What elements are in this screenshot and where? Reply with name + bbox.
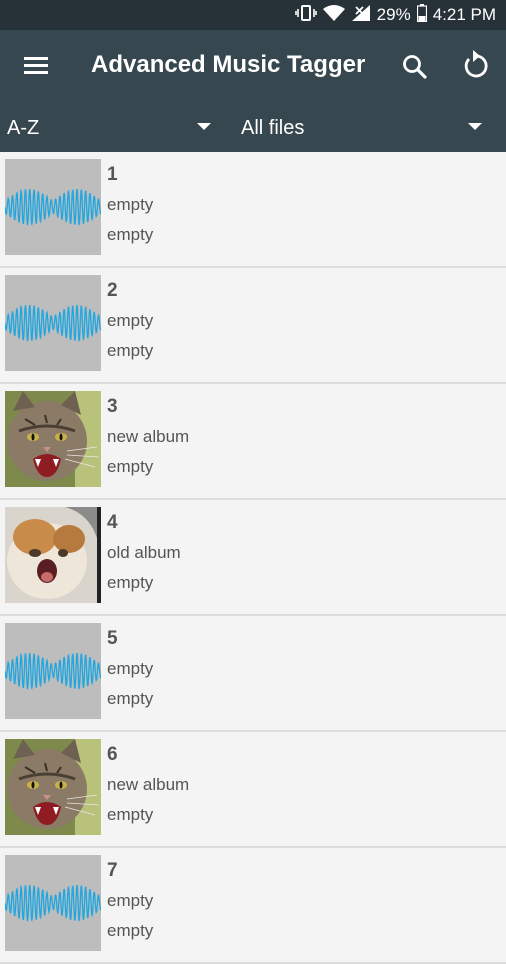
track-artist: empty [107,457,154,476]
track-title: 3 [107,396,118,417]
status-icons: 29% 4:21 PM [294,0,496,30]
track-title: 7 [107,860,118,881]
app-bar: Advanced Music Tagger A-Z All files [0,30,506,152]
track-album: old album [107,543,181,562]
track-album: empty [107,659,154,678]
track-list-item[interactable]: 5 empty empty [0,616,506,732]
track-artist: empty [107,225,154,244]
battery-icon [416,3,427,27]
track-list-item[interactable]: 6 new album empty [0,732,506,848]
refresh-button[interactable] [460,50,492,82]
sort-dropdown-value: A-Z [7,117,40,139]
track-list-item[interactable]: 3 new album empty [0,384,506,500]
chevron-down-icon [468,123,482,130]
track-title: 5 [107,628,118,649]
menu-button[interactable] [22,52,50,80]
sort-dropdown[interactable]: A-Z [0,112,220,146]
track-artist: empty [107,573,154,592]
battery-percent: 29% [376,5,411,24]
cell-signal-icon [351,4,371,27]
album-art-thumbnail [5,623,101,719]
chevron-down-icon [197,123,211,130]
track-title: 6 [107,744,118,765]
album-art-thumbnail [5,159,101,255]
wifi-icon [322,4,345,27]
track-title: 1 [107,164,118,185]
track-list-item[interactable]: 7 empty empty [0,848,506,964]
track-artist: empty [107,689,154,708]
track-artist: empty [107,341,154,360]
track-list-item[interactable]: 1 empty empty [0,152,506,268]
track-list-item[interactable]: 4 old album empty [0,500,506,616]
album-art-thumbnail [5,391,101,487]
track-album: empty [107,891,154,910]
status-bar: 29% 4:21 PM [0,0,506,30]
track-album: new album [107,427,190,446]
track-title: 4 [107,512,118,533]
album-art-thumbnail [5,507,101,603]
search-button[interactable] [400,52,430,82]
track-artist: empty [107,805,154,824]
refresh-icon [464,50,488,78]
track-list: 1 empty empty 2 empty empty 3 new album … [0,152,506,964]
clock: 4:21 PM [432,5,496,24]
app-title: Advanced Music Tagger [91,51,366,78]
file-filter-value: All files [241,117,305,139]
file-filter-dropdown[interactable]: All files [234,112,494,146]
hamburger-menu-icon [24,57,48,74]
vibrate-icon [294,4,317,27]
track-title: 2 [107,280,118,301]
track-artist: empty [107,921,154,940]
search-icon [403,55,427,79]
track-album: new album [107,775,190,794]
album-art-thumbnail [5,855,101,951]
track-album: empty [107,195,154,214]
track-list-item[interactable]: 2 empty empty [0,268,506,384]
album-art-thumbnail [5,739,101,835]
album-art-thumbnail [5,275,101,371]
track-album: empty [107,311,154,330]
